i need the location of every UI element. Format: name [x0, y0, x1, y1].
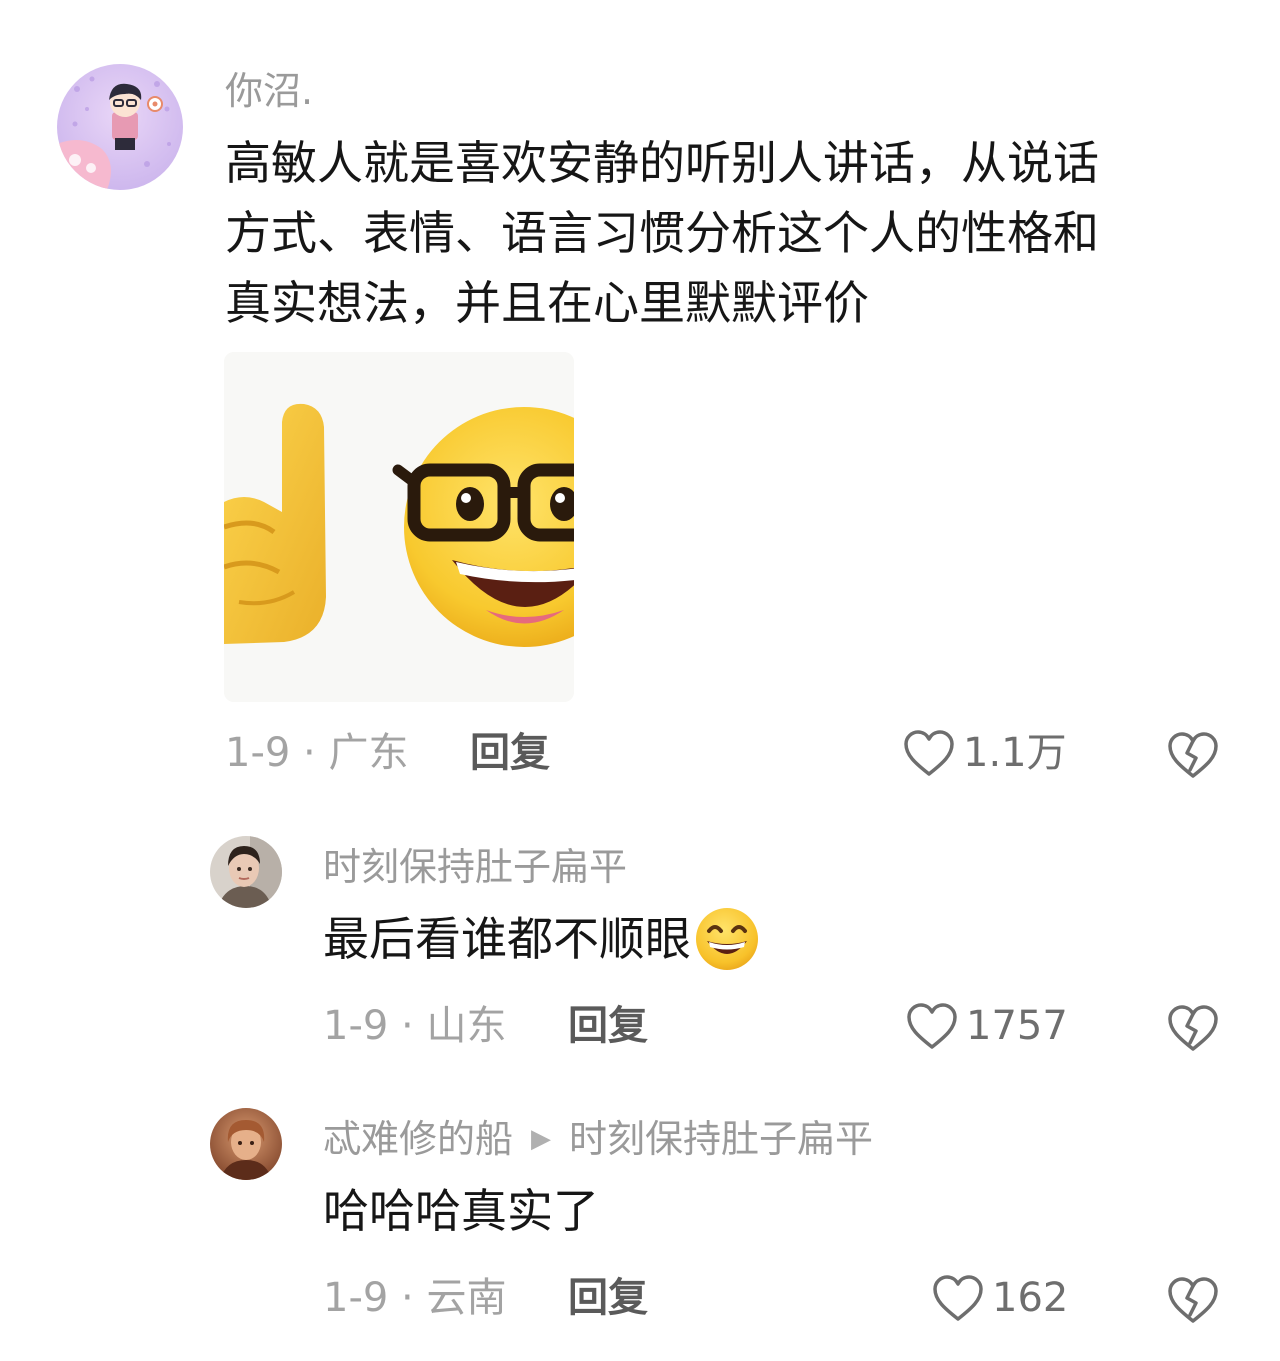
- comment-meta: 1-9 · 山东: [323, 1003, 507, 1049]
- heart-icon: [906, 1001, 958, 1051]
- avatar[interactable]: [57, 64, 183, 190]
- reply-arrow-icon: ▶: [531, 1124, 552, 1154]
- like-count: 1.1万: [963, 730, 1067, 776]
- reply-to-username[interactable]: 时刻保持肚子扁平: [569, 1116, 873, 1162]
- comment-body: 高敏人就是喜欢安静的听别人讲话，从说话 方式、表情、语言习惯分析这个人的性格和 …: [225, 128, 1099, 338]
- heart-icon: [903, 728, 955, 778]
- username[interactable]: 时刻保持肚子扁平: [323, 844, 627, 890]
- reply-button[interactable]: 回复: [568, 1001, 648, 1051]
- comment-text: 最后看谁都不顺眼: [323, 904, 761, 974]
- like-count: 1757: [966, 1003, 1068, 1049]
- avatar[interactable]: [210, 836, 282, 908]
- like-button[interactable]: 1757: [906, 1001, 1068, 1051]
- comment-text-line: 高敏人就是喜欢安静的听别人讲话，从说话: [225, 136, 1099, 190]
- dislike-heartbreak-icon[interactable]: [1166, 730, 1220, 780]
- reply-button[interactable]: 回复: [470, 728, 550, 778]
- heart-icon: [932, 1273, 984, 1323]
- comment-text: 哈哈哈真实了: [323, 1184, 599, 1238]
- comment-text-content: 最后看谁都不顺眼: [323, 912, 691, 966]
- like-button[interactable]: 1.1万: [903, 728, 1067, 778]
- comment-meta: 1-9 · 云南: [323, 1275, 507, 1321]
- grinning-emoji-icon: [693, 905, 761, 973]
- like-button[interactable]: 162: [932, 1273, 1068, 1323]
- username[interactable]: 忒难修的船: [323, 1116, 513, 1162]
- sticker-image[interactable]: [224, 352, 574, 702]
- comment-text-line: 真实想法，并且在心里默默评价: [225, 276, 869, 330]
- username[interactable]: 你沼.: [225, 68, 313, 114]
- avatar[interactable]: [210, 1108, 282, 1180]
- reply-header: 忒难修的船 ▶ 时刻保持肚子扁平: [323, 1116, 873, 1162]
- comment-meta: 1-9 · 广东: [225, 730, 409, 776]
- comment-text-line: 方式、表情、语言习惯分析这个人的性格和: [225, 206, 1099, 260]
- reply-button[interactable]: 回复: [568, 1273, 648, 1323]
- dislike-heartbreak-icon[interactable]: [1166, 1275, 1220, 1325]
- like-count: 162: [992, 1275, 1069, 1321]
- dislike-heartbreak-icon[interactable]: [1166, 1003, 1220, 1053]
